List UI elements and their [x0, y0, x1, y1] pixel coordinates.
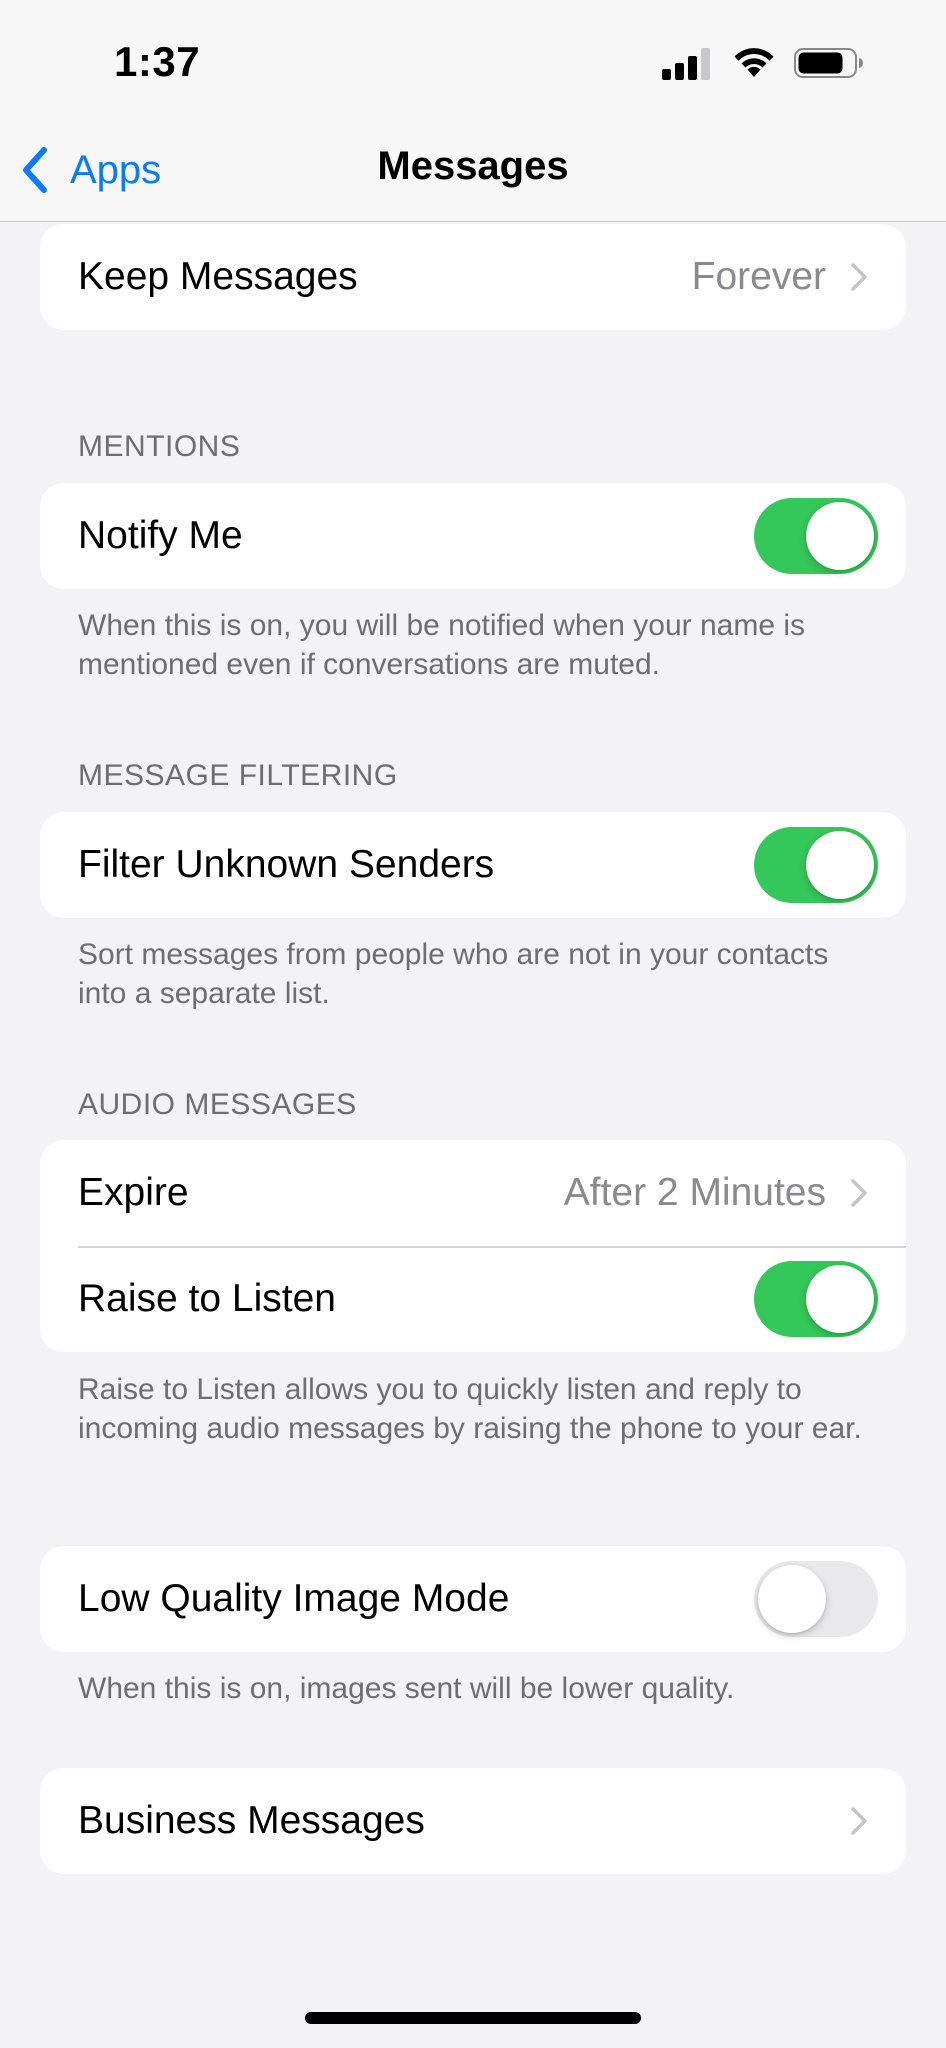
toggle-knob — [806, 1265, 874, 1333]
filter-unknown-senders-label: Filter Unknown Senders — [78, 843, 495, 886]
expire-value: After 2 Minutes — [563, 1171, 826, 1214]
business-messages-group: Business Messages — [40, 1768, 906, 1874]
keep-messages-group: Keep Messages Forever — [40, 224, 906, 330]
notify-me-label: Notify Me — [78, 514, 243, 557]
notify-me-toggle[interactable] — [754, 498, 878, 574]
section-header-audio-messages: AUDIO MESSAGES — [78, 1088, 357, 1121]
status-icons — [662, 44, 882, 80]
filter-unknown-senders-toggle[interactable] — [754, 827, 878, 903]
low-quality-group: Low Quality Image Mode — [40, 1546, 906, 1652]
notify-me-row: Notify Me — [40, 483, 906, 589]
toggle-knob — [806, 502, 874, 570]
message-filtering-group: Filter Unknown Senders — [40, 812, 906, 918]
audio-messages-footer: Raise to Listen allows you to quickly li… — [78, 1373, 862, 1445]
raise-to-listen-toggle[interactable] — [754, 1261, 878, 1337]
page-title: Messages — [377, 144, 569, 188]
business-messages-label: Business Messages — [78, 1799, 425, 1842]
low-quality-image-mode-row: Low Quality Image Mode — [40, 1546, 906, 1652]
raise-to-listen-row: Raise to Listen — [40, 1246, 906, 1352]
keep-messages-row[interactable]: Keep Messages Forever — [40, 224, 906, 330]
mentions-group: Notify Me — [40, 483, 906, 589]
mentions-footer: When this is on, you will be notified wh… — [78, 609, 806, 681]
low-quality-image-mode-label: Low Quality Image Mode — [78, 1577, 510, 1620]
audio-messages-group: Expire After 2 Minutes Raise to Listen — [40, 1140, 906, 1352]
section-header-message-filtering: MESSAGE FILTERING — [78, 759, 398, 792]
chevron-right-icon — [851, 1179, 867, 1207]
status-time: 1:37 — [114, 38, 201, 85]
navigation-bar: Apps Messages — [0, 120, 946, 222]
wifi-icon — [734, 48, 774, 77]
keep-messages-value: Forever — [691, 255, 826, 298]
keep-messages-label: Keep Messages — [78, 255, 358, 298]
status-bar: 1:37 — [0, 0, 946, 120]
business-messages-row[interactable]: Business Messages — [40, 1768, 906, 1874]
expire-row[interactable]: Expire After 2 Minutes — [40, 1140, 906, 1246]
toggle-knob — [758, 1565, 826, 1633]
toggle-knob — [806, 831, 874, 899]
low-quality-image-mode-toggle[interactable] — [754, 1561, 878, 1637]
chevron-right-icon — [851, 1807, 867, 1835]
cellular-signal-icon — [662, 48, 710, 80]
home-indicator[interactable] — [305, 2012, 641, 2024]
filter-unknown-senders-row: Filter Unknown Senders — [40, 812, 906, 918]
section-header-mentions: MENTIONS — [78, 430, 241, 463]
expire-label: Expire — [78, 1171, 189, 1214]
message-filtering-footer: Sort messages from people who are not in… — [78, 938, 829, 1010]
battery-icon — [794, 48, 863, 78]
chevron-right-icon — [851, 263, 867, 291]
raise-to-listen-label: Raise to Listen — [78, 1277, 336, 1320]
low-quality-footer: When this is on, images sent will be low… — [78, 1672, 735, 1705]
